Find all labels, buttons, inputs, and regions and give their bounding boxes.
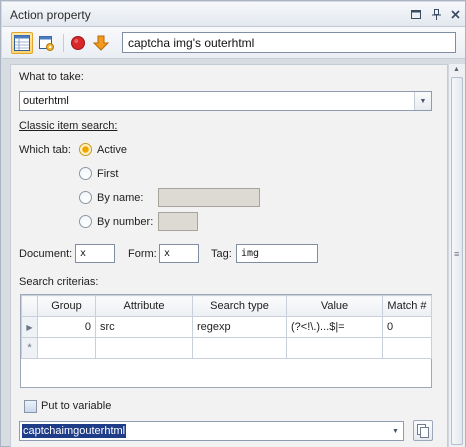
- put-to-variable-checkbox[interactable]: [24, 400, 37, 413]
- copy-button[interactable]: [413, 420, 433, 441]
- chevron-down-icon[interactable]: ▼: [388, 422, 403, 440]
- variable-dropdown[interactable]: captchaimgouterhtml ▼: [19, 421, 404, 441]
- properties-panel: What to take: outerhtml ▼ Classic item s…: [10, 64, 448, 447]
- action-name-input[interactable]: [122, 32, 456, 53]
- cell-value[interactable]: (?<!\.)...$|=: [286, 316, 383, 338]
- new-table-row[interactable]: *: [21, 337, 432, 359]
- document-input[interactable]: [75, 244, 115, 263]
- column-header-value[interactable]: Value: [286, 295, 383, 317]
- scroll-up-icon[interactable]: ▲: [453, 66, 460, 73]
- dock-window-icon[interactable]: [409, 7, 423, 21]
- chevron-down-icon[interactable]: ▼: [414, 92, 431, 110]
- radio-active-label: Active: [97, 144, 127, 156]
- row-header-corner: [21, 295, 38, 317]
- pin-icon[interactable]: [429, 7, 443, 21]
- radio-by-number[interactable]: [79, 215, 92, 228]
- window-title: Action property: [10, 8, 91, 22]
- scroll-grip-icon: ≡: [454, 249, 460, 259]
- what-to-take-label: What to take:: [19, 71, 84, 83]
- close-icon[interactable]: [448, 7, 462, 21]
- classic-item-search-label: Classic item search:: [19, 120, 118, 132]
- tab-name-input: [158, 188, 260, 207]
- cell-match[interactable]: 0: [382, 316, 432, 338]
- what-to-take-value: outerhtml: [23, 95, 69, 107]
- tag-input[interactable]: [236, 244, 318, 263]
- radio-first-label: First: [97, 168, 119, 180]
- toolbar: [2, 27, 465, 59]
- form-label: Form:: [128, 248, 157, 260]
- form-input[interactable]: [159, 244, 199, 263]
- vertical-scrollbar[interactable]: ▲ ≡: [448, 64, 465, 447]
- radio-by-name[interactable]: [79, 191, 92, 204]
- document-label: Document:: [19, 248, 73, 260]
- title-bar: Action property: [2, 2, 465, 27]
- tab-number-input: [158, 212, 198, 231]
- new-cell-value[interactable]: [286, 337, 383, 359]
- settings-page-icon[interactable]: [35, 32, 57, 54]
- which-tab-label: Which tab:: [19, 144, 71, 156]
- radio-first[interactable]: [79, 167, 92, 180]
- new-row-asterisk-icon: *: [21, 337, 38, 359]
- radio-by-name-label: By name:: [97, 192, 144, 204]
- new-cell-match[interactable]: [382, 337, 432, 359]
- move-down-orange-icon[interactable]: [90, 32, 112, 54]
- radio-by-number-label: By number:: [97, 216, 154, 228]
- cell-group[interactable]: 0: [37, 316, 96, 338]
- new-cell-group[interactable]: [37, 337, 96, 359]
- new-cell-attribute[interactable]: [95, 337, 193, 359]
- variable-value: captchaimgouterhtml: [22, 424, 127, 438]
- radio-active[interactable]: [79, 143, 92, 156]
- action-property-window: Action property captcha img's outerhtml …: [0, 0, 466, 447]
- stop-red-icon[interactable]: [67, 32, 89, 54]
- put-to-variable-label: Put to variable: [41, 400, 112, 412]
- table-row[interactable]: ▶ 0 src regexp (?<!\.)...$|= 0: [21, 316, 432, 338]
- grid-header-row: Group Attribute Search type Value Match …: [21, 295, 432, 317]
- what-to-take-dropdown[interactable]: outerhtml ▼: [19, 91, 432, 111]
- column-header-match[interactable]: Match #: [382, 295, 432, 317]
- properties-grid-icon[interactable]: [11, 32, 33, 54]
- cell-attribute[interactable]: src: [95, 316, 193, 338]
- cell-search-type[interactable]: regexp: [192, 316, 287, 338]
- column-header-group[interactable]: Group: [37, 295, 96, 317]
- tag-label: Tag:: [211, 248, 232, 260]
- toolbar-separator: [63, 34, 64, 52]
- search-criteria-grid[interactable]: Group Attribute Search type Value Match …: [20, 294, 432, 388]
- search-criterias-label: Search criterias:: [19, 276, 99, 288]
- new-cell-search-type[interactable]: [192, 337, 287, 359]
- column-header-attribute[interactable]: Attribute: [95, 295, 193, 317]
- copy-icon: [417, 424, 429, 438]
- column-header-search-type[interactable]: Search type: [192, 295, 287, 317]
- row-pointer-icon: ▶: [21, 316, 38, 338]
- scrollbar-thumb[interactable]: [451, 77, 463, 445]
